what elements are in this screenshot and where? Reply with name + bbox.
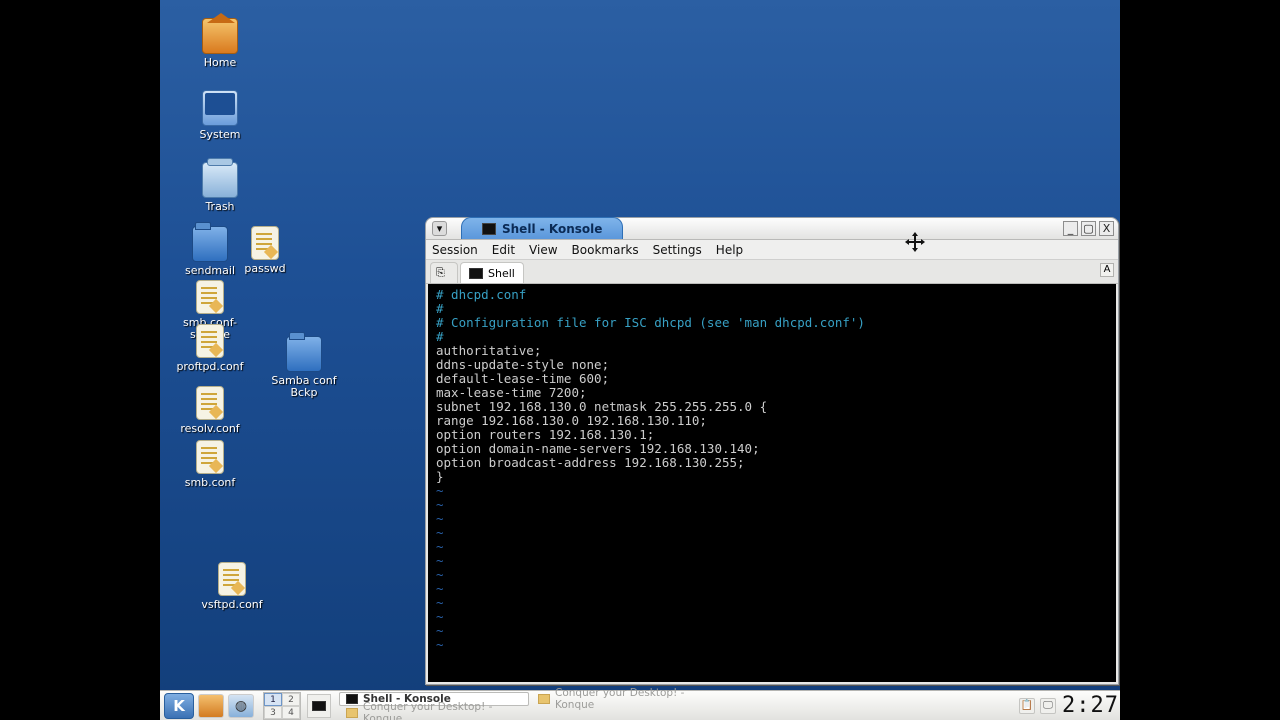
menu-session[interactable]: Session — [432, 243, 478, 257]
show-desktop-button[interactable] — [307, 694, 331, 718]
pager-4[interactable]: 4 — [282, 706, 300, 719]
kmenu-button[interactable]: K — [164, 693, 194, 719]
taskbar-entry-label: Conquer your Desktop! - Konque — [363, 701, 522, 720]
desktop-icon-home[interactable]: Home — [180, 18, 260, 70]
konsole-window[interactable]: ▾ Shell - Konsole _ ▢ X Session Edit Vie… — [425, 217, 1119, 685]
terminal-output[interactable]: # dhcpd.conf # # Configuration file for … — [428, 284, 1116, 682]
file-icon — [196, 386, 224, 420]
tray-display-icon[interactable]: 🖵 — [1040, 698, 1056, 714]
terminal-icon — [482, 223, 496, 235]
taskbar: K ◍ 1 2 3 4 Shell - Konsole C — [160, 690, 1120, 720]
desktop-icon-vsftpd[interactable]: vsftpd.conf — [192, 562, 272, 612]
desktop[interactable]: Home System Trash sendmail passwd smb.co… — [160, 0, 1120, 720]
quicklaunch-browser[interactable]: ◍ — [228, 694, 254, 718]
new-tab-icon: ⎘ — [436, 266, 445, 280]
system-tray: 📋 🖵 — [1013, 698, 1062, 714]
taskbar-entry-konqueror-1[interactable]: Conquer your Desktop! - Konque — [531, 692, 721, 706]
maximize-button[interactable]: ▢ — [1081, 221, 1096, 236]
menu-bookmarks[interactable]: Bookmarks — [572, 243, 639, 257]
close-button[interactable]: X — [1099, 221, 1114, 236]
menu-settings[interactable]: Settings — [653, 243, 702, 257]
tab-label: Shell — [488, 267, 515, 280]
minimize-button[interactable]: _ — [1063, 221, 1078, 236]
computer-icon — [202, 90, 238, 126]
tray-clipboard-icon[interactable]: 📋 — [1019, 698, 1035, 714]
pager-3[interactable]: 3 — [264, 706, 282, 719]
trash-icon — [202, 162, 238, 198]
konqueror-icon — [538, 694, 550, 704]
tab-shell[interactable]: Shell — [460, 262, 524, 283]
desktop-icon-smb[interactable]: smb.conf — [170, 440, 250, 490]
desktop-icon-samba-bckp[interactable]: Samba conf Bckp — [264, 336, 344, 400]
desktop-pager[interactable]: 1 2 3 4 — [263, 692, 301, 720]
file-icon — [251, 226, 279, 260]
file-icon — [196, 440, 224, 474]
menu-help[interactable]: Help — [716, 243, 743, 257]
taskbar-clock[interactable]: 2:27 — [1062, 693, 1120, 718]
folder-icon — [286, 336, 322, 372]
desktop-icon-system[interactable]: System — [180, 90, 260, 142]
file-icon — [196, 280, 224, 314]
quicklaunch-home[interactable] — [198, 694, 224, 718]
taskbar-entry-konqueror-2[interactable]: Conquer your Desktop! - Konque — [339, 706, 529, 720]
folder-icon — [192, 226, 228, 262]
konqueror-icon — [346, 708, 358, 718]
globe-icon: ◍ — [235, 698, 247, 714]
desktop-icon-proftpd[interactable]: proftpd.conf — [170, 324, 250, 374]
desktop-icon — [312, 701, 326, 711]
window-title-tab: Shell - Konsole — [461, 217, 623, 239]
tab-side-button[interactable]: A — [1100, 263, 1114, 277]
window-menu-button[interactable]: ▾ — [432, 221, 447, 236]
window-titlebar[interactable]: ▾ Shell - Konsole _ ▢ X — [426, 218, 1118, 240]
home-icon — [202, 18, 238, 54]
menu-view[interactable]: View — [529, 243, 557, 257]
file-icon — [196, 324, 224, 358]
tab-bar: ⎘ Shell A — [426, 260, 1118, 284]
pager-1[interactable]: 1 — [264, 693, 282, 706]
taskbar-entries: Shell - Konsole Conquer your Desktop! - … — [335, 691, 1013, 720]
window-title: Shell - Konsole — [502, 222, 602, 236]
desktop-icon-trash[interactable]: Trash — [180, 162, 260, 214]
terminal-icon — [469, 268, 483, 279]
terminal-icon — [346, 694, 358, 704]
tab-new-button[interactable]: ⎘ — [430, 262, 458, 283]
file-icon — [218, 562, 246, 596]
desktop-icon-passwd[interactable]: passwd — [225, 226, 305, 276]
menu-edit[interactable]: Edit — [492, 243, 515, 257]
desktop-icon-resolv[interactable]: resolv.conf — [170, 386, 250, 436]
menubar: Session Edit View Bookmarks Settings Hel… — [426, 240, 1118, 260]
pager-2[interactable]: 2 — [282, 693, 300, 706]
